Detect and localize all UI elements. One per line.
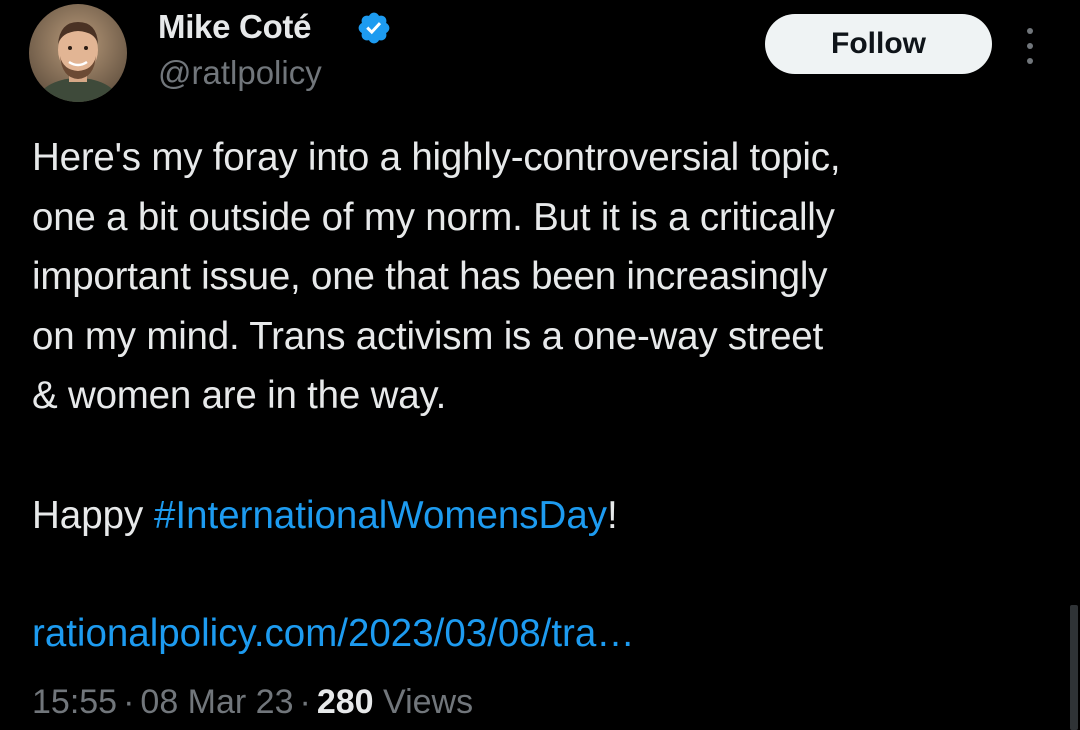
tweet-text-line: Here's my foray into a highly-controvers… — [32, 136, 841, 179]
dot-icon — [1027, 58, 1033, 64]
greeting-suffix: ! — [606, 494, 618, 537]
author-handle[interactable]: @ratlpolicy — [158, 54, 322, 92]
dot-icon — [1027, 28, 1033, 34]
avatar[interactable] — [29, 4, 127, 102]
meta-separator: · — [123, 683, 135, 721]
hashtag-link[interactable]: #InternationalWomensDay — [154, 494, 607, 537]
tweet-text-line: one a bit outside of my norm. But it is … — [32, 195, 835, 239]
tweet-text: Here's my foray into a highly-controvers… — [32, 128, 1052, 426]
greeting-prefix: Happy — [32, 494, 154, 537]
more-vertical-icon[interactable] — [1018, 28, 1042, 64]
tweet-time[interactable]: 15:55 — [32, 683, 117, 721]
dot-icon — [1027, 43, 1033, 49]
follow-button[interactable]: Follow — [765, 14, 992, 74]
verified-badge-icon[interactable] — [356, 10, 392, 46]
tweet-text-line: on my mind. Trans activism is a one-way … — [32, 314, 824, 358]
tweet-detail: Mike Coté @ratlpolicy Follow Here's my f… — [0, 0, 1080, 730]
tweet-date[interactable]: 08 Mar 23 — [140, 683, 293, 721]
tweet-text-line: & women are in the way. — [32, 374, 447, 417]
greeting-line: Happy #InternationalWomensDay! — [32, 486, 618, 546]
tweet-meta: 15:55 · 08 Mar 23 · 280 Views — [32, 680, 473, 724]
author-name[interactable]: Mike Coté — [158, 8, 311, 46]
views-count: 280 — [316, 683, 374, 721]
tweet-text-line: important issue, one that has been incre… — [32, 255, 828, 298]
profile-photo-icon — [29, 4, 127, 102]
scrollbar[interactable] — [1070, 605, 1078, 730]
article-link[interactable]: rationalpolicy.com/2023/03/08/tra… — [32, 604, 635, 664]
meta-separator: · — [299, 683, 311, 721]
views-label: Views — [383, 683, 474, 721]
